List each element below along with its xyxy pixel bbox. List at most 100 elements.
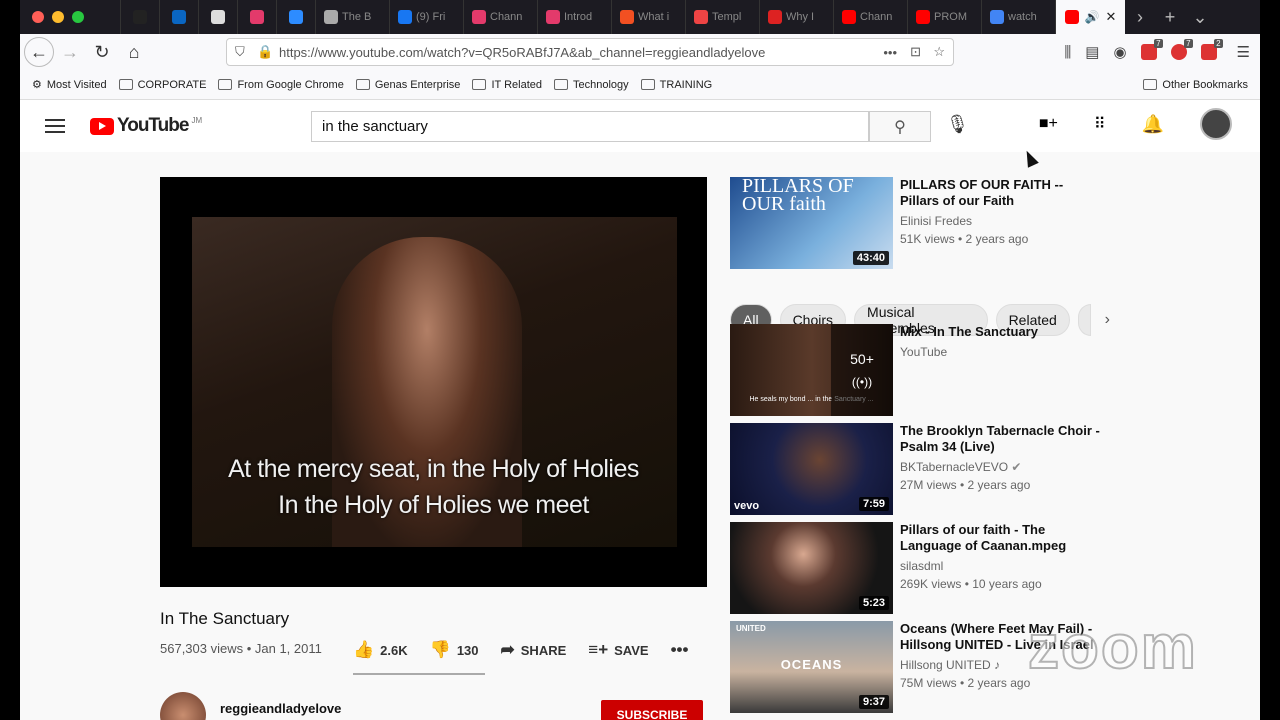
more-icon: ••• bbox=[670, 640, 689, 659]
template-icon bbox=[694, 10, 708, 24]
url-text: https://www.youtube.com/watch?v=QR5oRABf… bbox=[279, 44, 766, 60]
reload-button[interactable]: ↻ bbox=[86, 36, 118, 68]
apps-grid-icon[interactable]: ⠿ bbox=[1094, 114, 1106, 134]
browser-tab[interactable]: The B bbox=[315, 0, 389, 34]
more-actions-button[interactable]: ••• bbox=[671, 640, 689, 660]
video-thumbnail[interactable]: 5:23 bbox=[730, 522, 893, 614]
save-button[interactable]: ≡+ SAVE bbox=[588, 640, 648, 660]
like-count: 2.6K bbox=[380, 642, 408, 658]
item-channel[interactable]: BKTabernacleVEVO ✔ bbox=[900, 460, 1021, 474]
avatar[interactable] bbox=[1200, 108, 1232, 140]
microsoft-icon bbox=[620, 10, 634, 24]
forward-button[interactable]: → bbox=[54, 36, 86, 68]
browser-tab[interactable]: Chann bbox=[833, 0, 907, 34]
item-meta: 269K views • 10 years ago bbox=[900, 577, 1042, 591]
close-window-button[interactable] bbox=[32, 11, 44, 23]
list-item[interactable]: He seals my bond ... in the Sanctuary ..… bbox=[730, 324, 1110, 416]
search-icon: ⚲ bbox=[894, 118, 906, 136]
browser-tab[interactable]: Chann bbox=[463, 0, 537, 34]
account-icon[interactable]: ◉ bbox=[1113, 43, 1126, 61]
item-channel[interactable]: silasdml bbox=[900, 559, 943, 573]
youtube-logo[interactable]: YouTube JM bbox=[90, 115, 202, 137]
bookmark-folder[interactable]: Genas Enterprise bbox=[355, 79, 460, 91]
browser-tab[interactable] bbox=[237, 0, 276, 34]
active-tab[interactable]: 🔊 ✕ bbox=[1055, 0, 1125, 34]
item-meta: 27M views • 2 years ago bbox=[900, 478, 1031, 492]
browser-tab[interactable] bbox=[276, 0, 315, 34]
browser-tab[interactable]: Templ bbox=[685, 0, 759, 34]
bookmark-folder[interactable]: Technology bbox=[554, 79, 629, 91]
like-button[interactable]: 👍 2.6K bbox=[353, 640, 408, 660]
item-title[interactable]: Mix - In The Sanctuary bbox=[900, 324, 1105, 340]
bookmark-folder[interactable]: TRAINING bbox=[640, 79, 712, 91]
video-player[interactable]: At the mercy seat, in the Holy of Holies… bbox=[160, 177, 707, 587]
pocket-icon[interactable]: ⊡ bbox=[910, 44, 921, 60]
bookmark-star-icon[interactable]: ☆ bbox=[933, 44, 945, 60]
microphone-icon[interactable]: 🎙 bbox=[946, 114, 969, 135]
item-channel[interactable]: Hillsong UNITED ♪ bbox=[900, 658, 1000, 672]
bookmark-folder[interactable]: From Google Chrome bbox=[218, 79, 344, 91]
bookmark-label: CORPORATE bbox=[137, 78, 207, 91]
sidebar-icon[interactable]: ▤ bbox=[1085, 43, 1099, 61]
tab-label: What i bbox=[638, 11, 670, 23]
bookmark-most-visited[interactable]: ⚙ Most Visited bbox=[32, 78, 107, 92]
zoom-icon bbox=[289, 10, 303, 24]
list-item[interactable]: vevo 7:59 The Brooklyn Tabernacle Choir … bbox=[730, 423, 1110, 515]
menu-icon[interactable]: ☰ bbox=[1237, 43, 1250, 61]
notifications-bell-icon[interactable]: 🔔 bbox=[1142, 114, 1164, 135]
browser-tab[interactable]: watch bbox=[981, 0, 1055, 34]
video-thumbnail[interactable]: He seals my bond ... in the Sanctuary ..… bbox=[730, 324, 893, 416]
minimize-window-button[interactable] bbox=[52, 11, 64, 23]
browser-tab[interactable]: PROM bbox=[907, 0, 981, 34]
bookmark-folder[interactable]: IT Related bbox=[472, 79, 542, 91]
extension-shield-icon[interactable]: 7 bbox=[1170, 39, 1193, 60]
page-actions-icon[interactable]: ••• bbox=[883, 45, 897, 60]
browser-tab[interactable] bbox=[198, 0, 237, 34]
browser-tab[interactable]: Introd bbox=[537, 0, 611, 34]
duration-badge: 43:40 bbox=[852, 251, 889, 265]
item-title[interactable]: Pillars of our faith - The Language of C… bbox=[900, 522, 1105, 554]
shield-icon[interactable]: ⛉ bbox=[235, 44, 245, 60]
subscribe-button[interactable]: SUBSCRIBE bbox=[601, 700, 703, 720]
item-channel[interactable]: YouTube bbox=[900, 345, 947, 359]
folder-icon bbox=[640, 79, 655, 90]
extension-mail-icon[interactable]: 2 bbox=[1200, 39, 1223, 60]
list-item[interactable]: PILLARS OF OUR faith 43:40 PILLARS OF OU… bbox=[730, 177, 1110, 269]
hamburger-menu-icon[interactable] bbox=[45, 119, 65, 133]
dislike-button[interactable]: 👎 130 bbox=[430, 640, 479, 660]
back-button[interactable]: ← bbox=[24, 37, 54, 67]
search-button[interactable]: ⚲ bbox=[869, 111, 931, 142]
window-controls bbox=[20, 11, 120, 23]
address-bar[interactable]: ⛉ 🔒 https://www.youtube.com/watch?v=QR5o… bbox=[226, 38, 954, 66]
tab-list-chevron-icon[interactable]: ⌄ bbox=[1185, 7, 1215, 28]
channel-avatar[interactable] bbox=[160, 692, 206, 720]
other-bookmarks[interactable]: Other Bookmarks bbox=[1143, 79, 1248, 91]
home-button[interactable]: ⌂ bbox=[118, 36, 150, 68]
list-item[interactable]: 5:23 Pillars of our faith - The Language… bbox=[730, 522, 1110, 614]
create-video-icon[interactable]: ■+ bbox=[1039, 115, 1058, 133]
video-thumbnail[interactable]: PILLARS OF OUR faith 43:40 bbox=[730, 177, 893, 269]
new-tab-icon[interactable]: + bbox=[1155, 7, 1185, 28]
speaker-icon[interactable]: 🔊 bbox=[1085, 10, 1100, 24]
browser-tab[interactable] bbox=[159, 0, 198, 34]
item-title[interactable]: PILLARS OF OUR FAITH -- Pillars of our F… bbox=[900, 177, 1105, 209]
item-title[interactable]: The Brooklyn Tabernacle Choir - Psalm 34… bbox=[900, 423, 1105, 455]
browser-tab[interactable]: What i bbox=[611, 0, 685, 34]
bookmark-folder[interactable]: CORPORATE bbox=[118, 78, 207, 91]
channel-name[interactable]: reggieandladyelove bbox=[220, 701, 341, 716]
search-input[interactable]: in the sanctuary bbox=[311, 111, 869, 142]
extension-abp-icon[interactable]: 7 bbox=[1140, 39, 1163, 60]
item-channel[interactable]: Elinisi Fredes bbox=[900, 214, 972, 228]
browser-tab[interactable] bbox=[120, 0, 159, 34]
tab-scroll-right-icon[interactable]: › bbox=[1125, 7, 1155, 28]
lock-icon[interactable]: 🔒 bbox=[257, 44, 273, 60]
video-thumbnail[interactable]: vevo 7:59 bbox=[730, 423, 893, 515]
close-tab-icon[interactable]: ✕ bbox=[1106, 9, 1117, 25]
folder-icon bbox=[218, 79, 233, 90]
video-thumbnail[interactable]: UNITED OCEANS 9:37 bbox=[730, 621, 893, 713]
browser-tab[interactable]: (9) Fri bbox=[389, 0, 463, 34]
share-button[interactable]: ➦ SHARE bbox=[501, 640, 567, 660]
library-icon[interactable]: ⫼ bbox=[1064, 44, 1071, 61]
browser-tab[interactable]: Why I bbox=[759, 0, 833, 34]
maximize-window-button[interactable] bbox=[72, 11, 84, 23]
